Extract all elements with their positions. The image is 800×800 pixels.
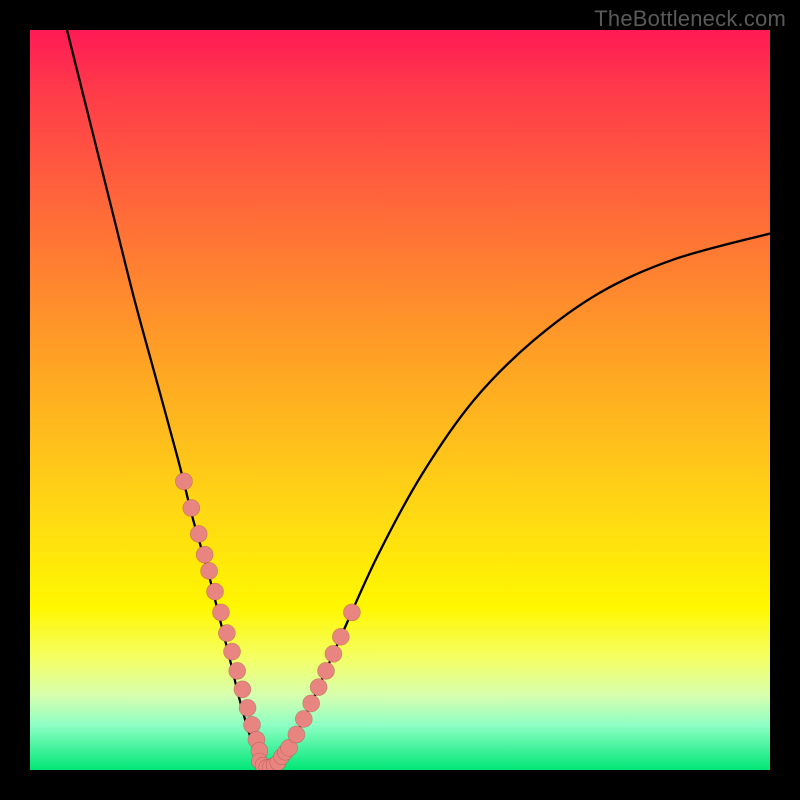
data-marker (343, 604, 360, 621)
data-marker (239, 699, 256, 716)
data-marker (190, 525, 207, 542)
data-marker (295, 710, 312, 727)
data-marker (229, 662, 246, 679)
data-marker (318, 662, 335, 679)
data-marker (196, 546, 213, 563)
data-marker (310, 679, 327, 696)
bottleneck-curve (67, 30, 770, 768)
data-marker (303, 695, 320, 712)
data-marker (212, 604, 229, 621)
chart-stage: TheBottleneck.com (0, 0, 800, 800)
marker-layer (175, 473, 360, 770)
data-marker (224, 643, 241, 660)
data-marker (218, 625, 235, 642)
data-marker (207, 583, 224, 600)
data-marker (332, 628, 349, 645)
chart-svg (30, 30, 770, 770)
watermark-text: TheBottleneck.com (594, 6, 786, 32)
data-marker (183, 500, 200, 517)
data-marker (325, 645, 342, 662)
data-marker (288, 726, 305, 743)
data-marker (234, 681, 251, 698)
data-marker (201, 562, 218, 579)
data-marker (175, 473, 192, 490)
data-marker (244, 716, 261, 733)
plot-area (30, 30, 770, 770)
